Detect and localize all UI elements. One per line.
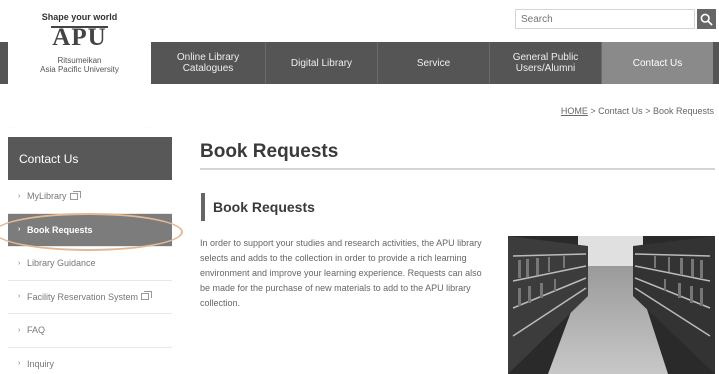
nav-digital-library[interactable]: Digital Library — [265, 42, 377, 84]
sidebar-item-library-guidance[interactable]: › Library Guidance — [8, 247, 172, 281]
chevron-right-icon: › — [18, 293, 21, 301]
site-logo[interactable]: Shape your world APU Ritsumeikan Asia Pa… — [8, 0, 151, 128]
chevron-right-icon: › — [18, 259, 21, 267]
external-window-icon — [69, 190, 81, 200]
breadcrumb-contact-us: Contact Us — [598, 106, 643, 116]
nav-general-public-users-alumni[interactable]: General Public Users/Alumni — [489, 42, 601, 84]
sidebar-item-faq[interactable]: › FAQ — [8, 314, 172, 348]
breadcrumb-separator: > — [642, 106, 653, 116]
logo-university-name: Ritsumeikan Asia Pacific University — [40, 56, 119, 74]
sidebar-title: Contact Us — [8, 137, 172, 180]
chevron-right-icon: › — [18, 360, 21, 368]
sidebar-item-label: Library Guidance — [27, 258, 96, 269]
breadcrumb-separator: > — [587, 106, 599, 116]
sidebar-item-book-requests[interactable]: › Book Requests — [8, 213, 172, 247]
nav-contact-us[interactable]: Contact Us — [601, 42, 713, 84]
chevron-right-icon: › — [18, 326, 21, 334]
external-window-icon — [141, 291, 153, 301]
chevron-right-icon: › — [18, 192, 21, 200]
intro-paragraph: In order to support your studies and res… — [200, 238, 482, 308]
breadcrumb: HOME > Contact Us > Book Requests — [561, 106, 714, 116]
breadcrumb-current: Book Requests — [652, 106, 714, 116]
logo-tagline: Shape your world — [41, 12, 118, 22]
sidebar-item-label: Book Requests — [27, 224, 93, 235]
nav-service[interactable]: Service — [377, 42, 489, 84]
sidebar-item-label: Inquiry — [27, 358, 55, 369]
chevron-right-icon: › — [18, 226, 21, 234]
search-input[interactable] — [515, 9, 695, 29]
search-icon — [700, 13, 713, 26]
sidebar-item-label: Facility Reservation System — [27, 291, 139, 302]
sidebar-item-label: FAQ — [27, 325, 46, 336]
library-stacks-photo — [508, 236, 715, 374]
logo-mark: APU — [8, 24, 151, 52]
search-button[interactable] — [697, 9, 716, 29]
section-title: Book Requests — [201, 193, 315, 221]
title-divider — [200, 168, 715, 170]
breadcrumb-home-link[interactable]: HOME — [561, 106, 588, 116]
page-title: Book Requests — [200, 141, 339, 162]
sidebar-item-inquiry[interactable]: › Inquiry — [8, 347, 172, 374]
sidebar: Contact Us › MyLibrary › Book Requests ›… — [8, 137, 172, 374]
sidebar-item-facility-reservation-system[interactable]: › Facility Reservation System — [8, 280, 172, 314]
nav-online-library-catalogues[interactable]: Online Library Catalogues — [150, 42, 265, 84]
sidebar-item-mylibrary[interactable]: › MyLibrary — [8, 180, 172, 214]
sidebar-item-label: MyLibrary — [27, 191, 67, 202]
